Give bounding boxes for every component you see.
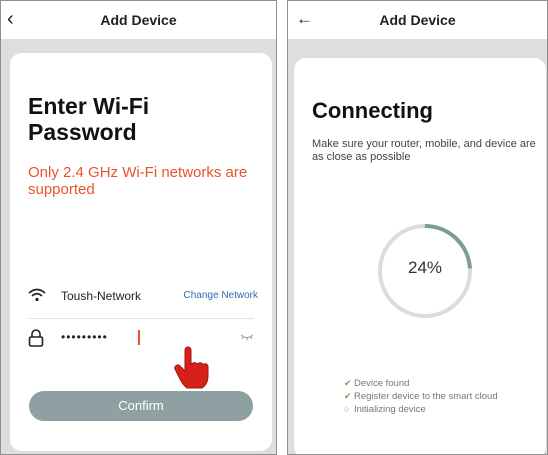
progress-percent: 24%	[407, 258, 443, 277]
top-bar: ← Add Device	[288, 1, 547, 39]
connecting-screen: ← Add Device Connecting Make sure your r…	[287, 0, 548, 455]
network-row: Toush-Network Change Network	[28, 286, 258, 306]
frequency-warning: Only 2.4 GHz Wi-Fi networks are supporte…	[28, 164, 248, 198]
password-input[interactable]: •••••••••	[61, 330, 108, 344]
lock-icon	[28, 329, 44, 347]
heading: Connecting	[312, 98, 433, 123]
step-item: ○ Initializing device	[344, 404, 426, 415]
step-item: ✔ Device found	[344, 378, 410, 389]
status-steps: ✔ Device found ✔ Register device to the sm…	[344, 377, 534, 416]
step-item: ✔ Register device to the smart cloud	[344, 391, 498, 402]
divider	[28, 318, 254, 319]
eye-closed-icon[interactable]	[240, 333, 254, 341]
change-network-link[interactable]: Change Network	[184, 290, 258, 301]
text-caret	[138, 330, 140, 345]
wifi-icon	[28, 288, 46, 302]
top-bar: ‹ Add Device	[1, 1, 276, 39]
page-title: Add Device	[100, 12, 177, 28]
check-icon: ✔	[344, 391, 352, 401]
proximity-hint: Make sure your router, mobile, and devic…	[312, 138, 536, 163]
password-field[interactable]: •••••••••	[28, 329, 258, 349]
pending-dot-icon: ○	[344, 404, 350, 414]
wifi-form-card: Enter Wi-Fi Password Only 2.4 GHz Wi-Fi …	[10, 53, 272, 451]
connecting-card: Connecting Make sure your router, mobile…	[294, 58, 546, 454]
confirm-button[interactable]: Confirm	[29, 391, 253, 421]
wifi-password-screen: ‹ Add Device Enter Wi-Fi Password Only 2…	[0, 0, 277, 455]
hand-pointer-icon	[174, 346, 209, 389]
network-name: Toush-Network	[61, 289, 142, 303]
page-title: Add Device	[379, 12, 456, 28]
heading: Enter Wi-Fi Password	[28, 93, 150, 145]
check-icon: ✔	[344, 378, 352, 388]
